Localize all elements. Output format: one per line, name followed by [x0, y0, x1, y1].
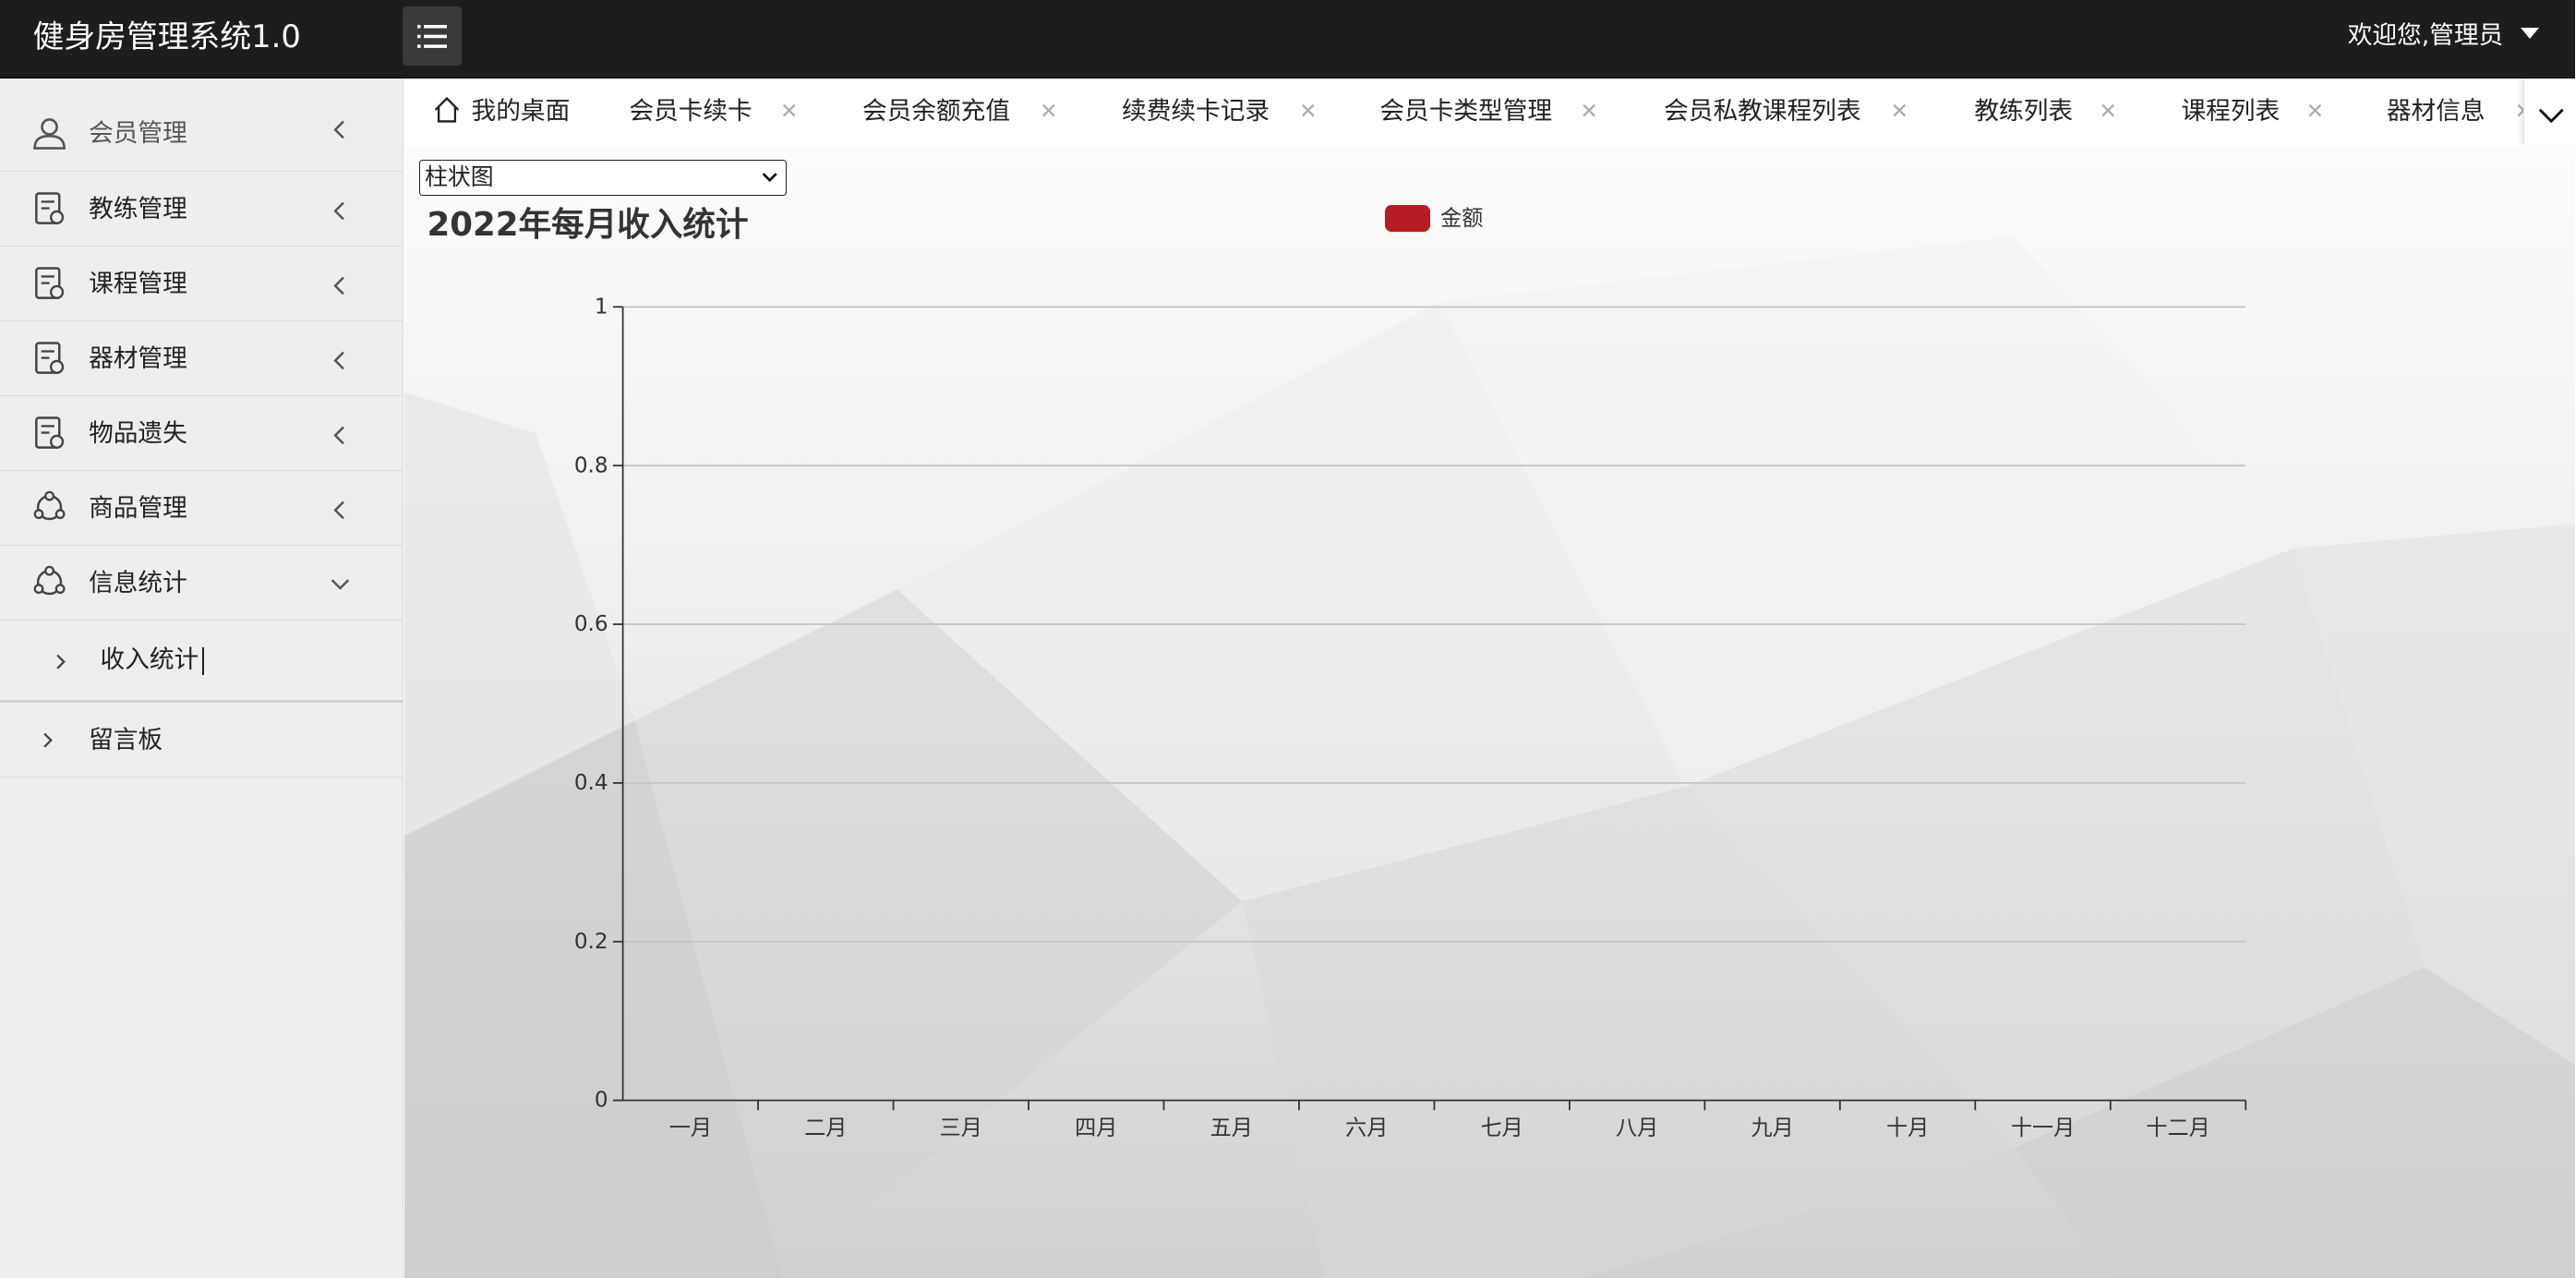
close-icon[interactable]: ✕: [1299, 78, 1317, 146]
tab-private-course-list[interactable]: 会员私教课程列表 ✕: [1664, 78, 1908, 146]
tab-label: 器材信息: [2386, 97, 2486, 127]
chevron-left-icon: [333, 120, 344, 139]
share-icon: [33, 490, 66, 521]
close-icon[interactable]: ✕: [1891, 78, 1908, 146]
y-tick-label: 0.8: [573, 454, 608, 478]
tab-card-type-management[interactable]: 会员卡类型管理 ✕: [1379, 78, 1597, 146]
chevron-right-icon: [56, 654, 66, 669]
sidebar-item-products[interactable]: 商品管理: [0, 471, 403, 547]
close-icon[interactable]: ✕: [1580, 78, 1597, 146]
x-tick-label: 八月: [1616, 1116, 1658, 1140]
home-icon: [434, 97, 460, 123]
document-icon: [34, 191, 64, 224]
chevron-left-icon: [333, 201, 344, 221]
tab-label: 续费续卡记录: [1122, 97, 1270, 127]
sidebar-item-courses[interactable]: 课程管理: [0, 247, 403, 322]
tab-equipment-info[interactable]: 器材信息 ✕: [2386, 78, 2533, 146]
content-area: 柱状图 2022年每月收入统计 金额 0 0.2 0.4 0.6 0.8 1 一月 二月 三月四…: [403, 146, 2576, 1278]
chevron-down-icon: [2538, 109, 2564, 124]
top-bar: 健身房管理系统1.0 欢迎您,管理员: [0, 0, 2576, 78]
sidebar-item-message-board[interactable]: 留言板: [0, 703, 403, 778]
document-icon: [34, 341, 64, 374]
caret-down-icon[interactable]: [2521, 28, 2540, 39]
bar-chart: 0 0.2 0.4 0.6 0.8 1 一月 二月 三月 四月 五月 六月 七月 八月 九月 十月 十一月 十二月: [573, 295, 2246, 1140]
x-tick-label: 二月: [804, 1116, 847, 1140]
sidebar-item-label: 信息统计: [89, 569, 187, 598]
tab-coach-list[interactable]: 教练列表 ✕: [1974, 78, 2117, 146]
x-tick-label: 九月: [1751, 1116, 1793, 1140]
list-icon: [416, 24, 447, 48]
sidebar-item-label: 课程管理: [89, 270, 187, 299]
tab-label: 课程列表: [2181, 97, 2281, 127]
sidebar-item-label: 留言板: [89, 725, 163, 754]
sidebar-item-equipment[interactable]: 器材管理: [0, 321, 403, 397]
y-tick-label: 0.4: [573, 771, 608, 795]
x-tick-label: 四月: [1075, 1116, 1117, 1140]
tab-renewal-records[interactable]: 续费续卡记录 ✕: [1122, 78, 1318, 146]
tab-bar: 我的桌面 会员卡续卡 ✕ 会员余额充值 ✕ 续费续卡记录 ✕ 会员卡类型管理 ✕…: [403, 78, 2576, 148]
text-cursor: [201, 646, 204, 675]
document-icon: [34, 266, 64, 299]
x-tick-label: 十二月: [2146, 1116, 2209, 1140]
y-tick-label: 0: [595, 1089, 608, 1113]
chevron-left-icon: [333, 501, 344, 520]
tab-label: 会员卡续卡: [629, 97, 752, 127]
welcome-user-menu[interactable]: 欢迎您,管理员: [2348, 0, 2504, 72]
y-tick-label: 0.2: [573, 930, 608, 954]
document-icon: [34, 416, 64, 449]
tab-balance-recharge[interactable]: 会员余额充值 ✕: [861, 78, 1058, 146]
x-tick-label: 七月: [1480, 1116, 1523, 1140]
chevron-right-icon: [43, 732, 53, 748]
tab-card-renewal[interactable]: 会员卡续卡 ✕: [629, 78, 798, 146]
share-icon: [33, 565, 66, 596]
sidebar-subitem-label: 收入统计: [100, 645, 199, 675]
y-tick-label: 0.6: [573, 612, 608, 636]
close-icon[interactable]: ✕: [780, 78, 798, 146]
x-tick-label: 十月: [1886, 1116, 1929, 1140]
close-icon[interactable]: ✕: [1040, 78, 1057, 146]
tab-label: 会员私教课程列表: [1664, 97, 1861, 127]
tab-course-list[interactable]: 课程列表 ✕: [2181, 78, 2325, 146]
tab-more-button[interactable]: [2523, 78, 2576, 145]
chevron-left-icon: [333, 427, 344, 445]
sidebar-item-label: 教练管理: [89, 195, 187, 223]
x-tick-label: 三月: [939, 1116, 981, 1140]
chevron-left-icon: [333, 276, 344, 295]
close-icon[interactable]: ✕: [2100, 78, 2117, 146]
x-tick-label: 一月: [668, 1116, 711, 1140]
sidebar-item-label: 器材管理: [89, 344, 187, 374]
x-tick-label: 十一月: [2011, 1116, 2075, 1140]
user-icon: [33, 117, 66, 150]
sidebar: 会员管理 教练管理 课程管理 器材管理 物品遗失 商品管理 信息统计 收入统计 …: [0, 78, 403, 1278]
sidebar-item-members[interactable]: 会员管理: [0, 78, 403, 172]
x-tick-label: 五月: [1210, 1116, 1252, 1140]
sidebar-item-label: 物品遗失: [89, 419, 187, 449]
sidebar-item-statistics[interactable]: 信息统计: [0, 546, 403, 621]
tab-label: 教练列表: [1974, 97, 2074, 127]
chevron-left-icon: [333, 352, 344, 370]
menu-toggle-button[interactable]: [402, 6, 462, 66]
tab-label: 我的桌面: [471, 97, 571, 127]
sidebar-item-coaches[interactable]: 教练管理: [0, 172, 403, 247]
y-tick-label: 1: [595, 295, 608, 320]
sidebar-item-lost-items[interactable]: 物品遗失: [0, 396, 403, 472]
sidebar-subitem-income-stats[interactable]: 收入统计: [0, 621, 403, 703]
sidebar-item-label: 商品管理: [89, 494, 187, 524]
tab-label: 会员卡类型管理: [1379, 97, 1553, 127]
app-title: 健身房管理系统1.0: [32, 18, 301, 54]
x-tick-label: 六月: [1345, 1116, 1388, 1140]
close-icon[interactable]: ✕: [2306, 78, 2324, 146]
chevron-down-icon: [331, 579, 350, 591]
tab-label: 会员余额充值: [861, 97, 1010, 127]
